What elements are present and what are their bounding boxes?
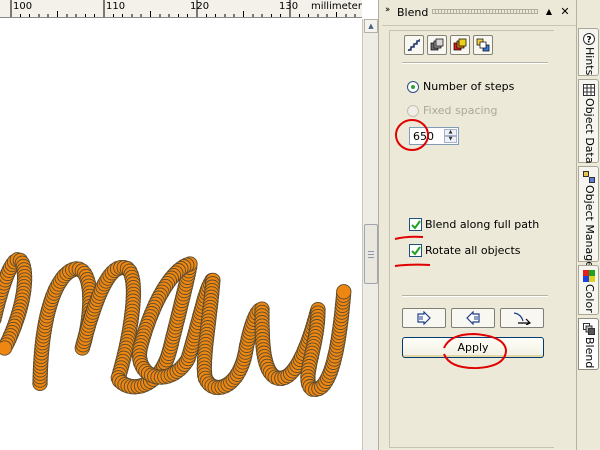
ruler-label-100: 100 xyxy=(13,1,33,12)
blend-steps-button[interactable] xyxy=(404,35,424,55)
svg-text:?: ? xyxy=(586,36,591,46)
path-properties-button[interactable] xyxy=(500,308,544,328)
scroll-thumb[interactable] xyxy=(364,224,378,284)
blend-artwork[interactable] xyxy=(0,19,362,450)
spin-down-icon[interactable]: ▼ xyxy=(444,136,457,143)
path-properties-icon xyxy=(513,312,531,325)
start-object-icon xyxy=(417,311,431,325)
tab-blend[interactable]: Blend xyxy=(578,318,599,370)
ruler-label-120: 120 xyxy=(190,1,210,12)
docker-title: Blend xyxy=(397,6,429,19)
question-icon: ? xyxy=(583,33,595,45)
table-icon xyxy=(583,84,595,96)
tab-hints[interactable]: ? Hints xyxy=(578,28,599,76)
steps-icon xyxy=(407,38,421,52)
ruler-unit-label: millimeters xyxy=(310,1,362,12)
ruler-ticks xyxy=(10,0,356,17)
tab-object-manager[interactable]: Object Manager xyxy=(578,166,599,273)
apply-button[interactable]: Apply xyxy=(402,337,544,358)
steps-spinbox[interactable]: 650 ▲ ▼ xyxy=(409,127,459,145)
separator xyxy=(402,62,548,64)
end-object-icon xyxy=(466,311,480,325)
ruler-label-110: 110 xyxy=(106,1,126,12)
tab-object-data[interactable]: Object Data xyxy=(578,79,599,164)
color-grid-icon xyxy=(583,270,595,282)
vertical-scrollbar[interactable]: ▲ xyxy=(362,19,378,450)
steps-value: 650 xyxy=(413,130,434,143)
blend-full-path-checkbox[interactable] xyxy=(409,218,422,231)
blend-docker: ›› Blend ▲ ✕ Number of steps Fixed spaci… xyxy=(382,0,576,450)
docker-body: Number of steps Fixed spacing 650 ▲ ▼ Bl… xyxy=(389,30,554,448)
end-object-button[interactable] xyxy=(451,308,495,328)
rotate-all-objects-checkbox[interactable] xyxy=(409,244,422,257)
blend-acceleration-button[interactable] xyxy=(427,35,447,55)
blend-color-button[interactable] xyxy=(450,35,470,55)
color-blend-icon xyxy=(453,38,467,51)
misc-blend-icon xyxy=(476,38,490,52)
tab-color[interactable]: Color xyxy=(578,265,599,315)
blend-step-circle xyxy=(336,284,352,300)
separator xyxy=(402,295,548,297)
docker-grip[interactable] xyxy=(432,9,538,14)
number-of-steps-radio[interactable] xyxy=(407,81,419,93)
close-icon[interactable]: ✕ xyxy=(558,5,572,19)
blend-step-circle xyxy=(0,340,13,356)
layers-icon xyxy=(583,171,595,183)
drawing-canvas[interactable] xyxy=(0,19,362,450)
fixed-spacing-label: Fixed spacing xyxy=(423,104,498,117)
collapse-arrows-icon[interactable]: ›› xyxy=(385,5,390,15)
start-object-button[interactable] xyxy=(402,308,446,328)
docker-header[interactable]: ›› Blend ▲ ✕ xyxy=(382,0,576,26)
spin-up-icon[interactable]: ▲ xyxy=(444,129,457,136)
number-of-steps-label: Number of steps xyxy=(423,80,515,93)
checkmark-icon xyxy=(411,246,421,256)
acceleration-icon xyxy=(430,38,444,51)
blend-icon xyxy=(583,323,595,335)
blend-misc-button[interactable] xyxy=(473,35,493,55)
rotate-all-objects-label: Rotate all objects xyxy=(425,244,521,257)
docker-tab-strip: ? Hints Object Data Object Manager Color xyxy=(576,0,600,450)
ruler-label-130: 130 xyxy=(279,1,299,12)
scroll-up-arrow-icon[interactable]: ▲ xyxy=(364,19,378,33)
checkmark-icon xyxy=(411,220,421,230)
horizontal-ruler[interactable]: 100 110 120 130 millimeters xyxy=(0,0,362,18)
docker-menu-icon[interactable]: ▲ xyxy=(542,5,556,19)
fixed-spacing-radio[interactable] xyxy=(407,105,419,117)
blend-full-path-label: Blend along full path xyxy=(425,218,540,231)
